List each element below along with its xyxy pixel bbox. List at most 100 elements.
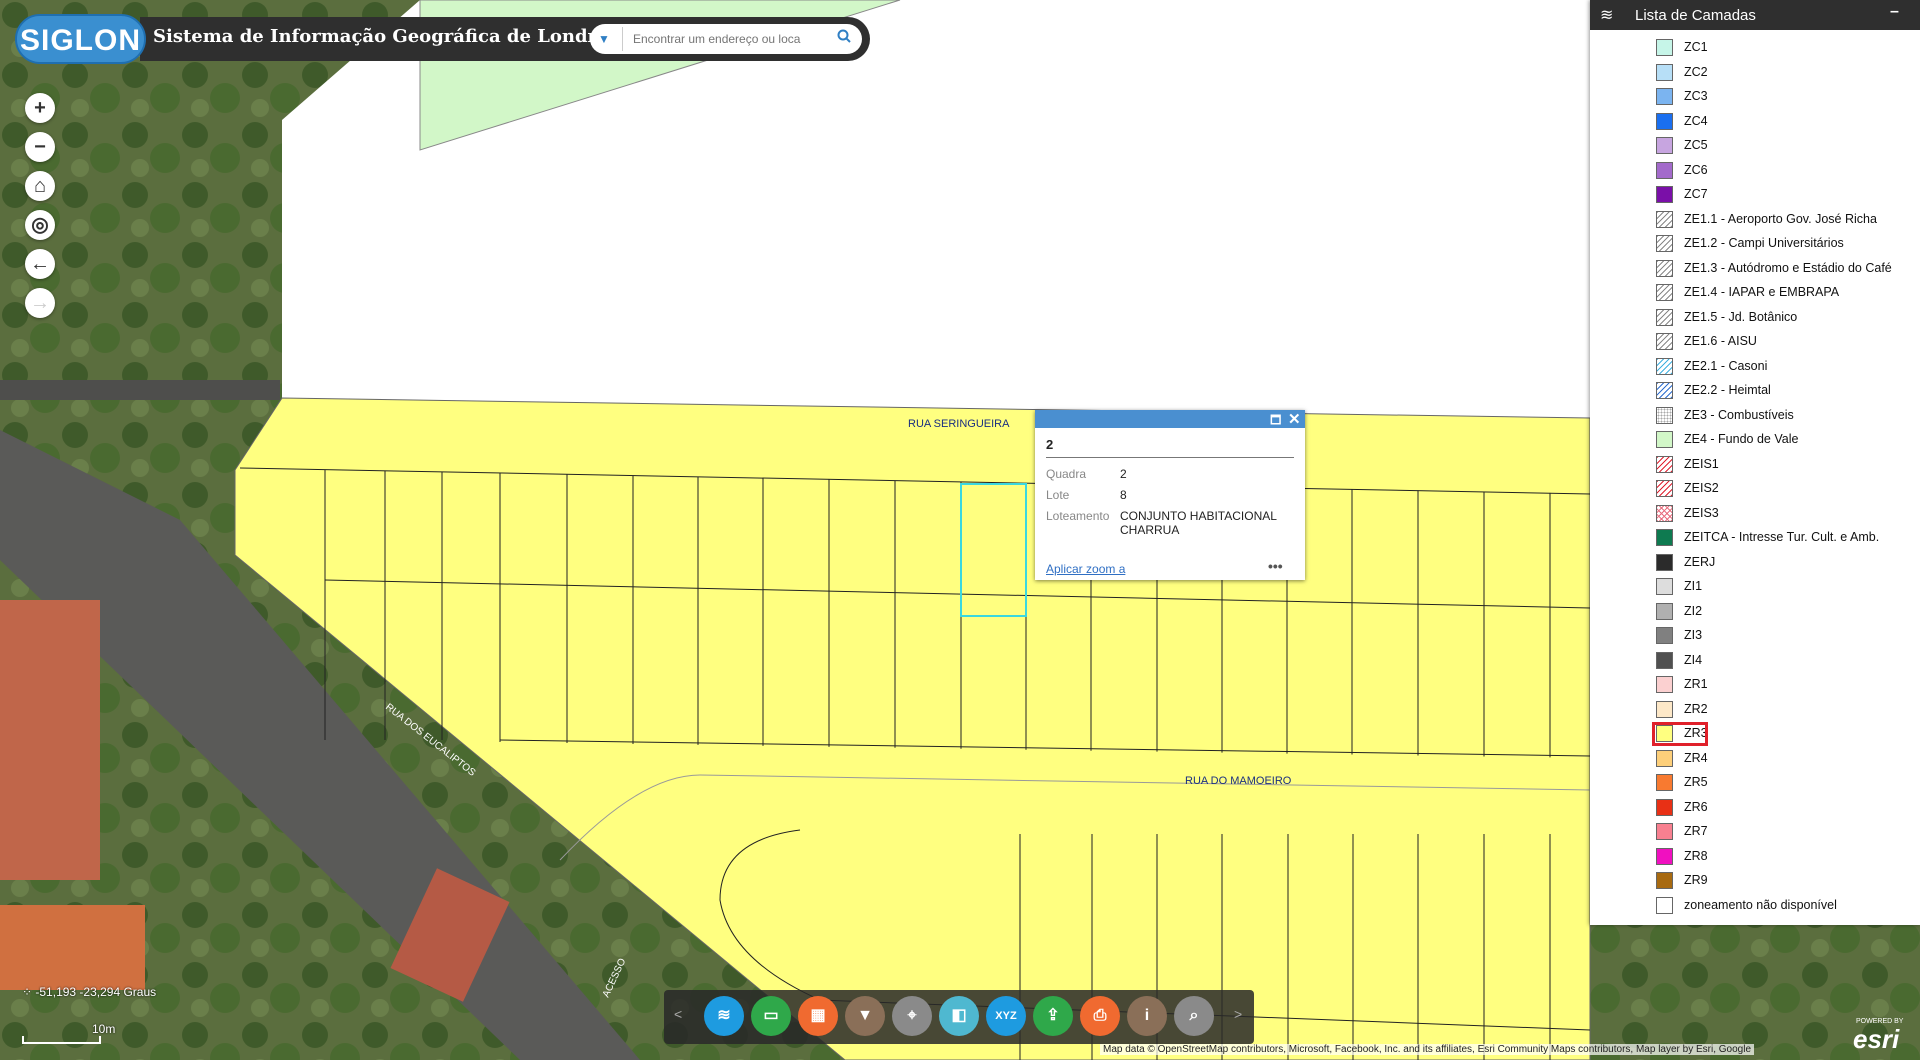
layer-label: ZE1.1 - Aeroporto Gov. José Richa	[1684, 211, 1877, 226]
zoom-out-button[interactable]: −	[25, 132, 55, 162]
layer-label: ZR6	[1684, 799, 1708, 814]
home-button[interactable]: ⌂	[25, 171, 55, 201]
layer-item[interactable]: ZE1.1 - Aeroporto Gov. José Richa	[1656, 210, 1918, 230]
layer-label: ZR5	[1684, 775, 1708, 789]
basemap-tool-button[interactable]: ▦	[798, 996, 838, 1036]
layer-item[interactable]: ZEIS1	[1656, 455, 1918, 475]
layer-swatch	[1656, 553, 1673, 571]
layer-label: ZE2.1 - Casoni	[1684, 358, 1768, 373]
layer-item[interactable]: ZR8	[1656, 847, 1918, 867]
layer-item[interactable]: ZR2	[1656, 700, 1918, 720]
layer-item[interactable]: ZR9	[1656, 871, 1918, 891]
locate-button[interactable]: ◎	[25, 210, 55, 240]
layer-item[interactable]: ZR5	[1656, 773, 1918, 793]
layer-item[interactable]: ZR6	[1656, 798, 1918, 818]
query-tool-button[interactable]: ⌕	[1174, 996, 1214, 1036]
layer-item[interactable]: ZC6	[1656, 161, 1918, 181]
layer-item[interactable]: ZE1.5 - Jd. Botânico	[1656, 308, 1918, 328]
layer-swatch	[1656, 798, 1673, 816]
layers-tool-button[interactable]: ≋	[704, 996, 744, 1036]
layer-item[interactable]: ZE2.1 - Casoni	[1656, 357, 1918, 377]
more-options-icon[interactable]: •••	[1268, 558, 1283, 574]
layer-swatch	[1656, 39, 1673, 56]
layer-item[interactable]: ZR1	[1656, 675, 1918, 695]
layer-swatch	[1656, 872, 1673, 889]
aerial-building	[0, 600, 100, 880]
layer-label: ZE1.4 - IAPAR e EMBRAPA	[1684, 285, 1840, 299]
layer-item[interactable]: ZC5	[1656, 136, 1918, 156]
coordinate-tool-button[interactable]: XYZ	[986, 996, 1026, 1036]
layer-label: ZC4	[1684, 113, 1708, 128]
back-extent-button[interactable]: ←	[25, 249, 55, 279]
layer-label: ZI1	[1684, 579, 1703, 593]
zoom-to-link[interactable]: Aplicar zoom a	[1046, 562, 1125, 576]
layer-item[interactable]: ZI4	[1656, 651, 1918, 671]
caret-down-icon[interactable]: ▼	[594, 27, 614, 51]
measure-tool-button[interactable]: ▭	[751, 996, 791, 1036]
layer-item[interactable]: ZE1.6 - AISU	[1656, 332, 1918, 352]
toolbar-prev-button[interactable]: <	[674, 1006, 682, 1022]
layer-item[interactable]: ZE1.4 - IAPAR e EMBRAPA	[1656, 283, 1918, 303]
layer-swatch	[1656, 186, 1673, 203]
layer-item[interactable]: ZE1.3 - Autódromo e Estádio do Café	[1656, 259, 1918, 279]
search-input[interactable]	[622, 27, 838, 51]
toolbar-next-button[interactable]: >	[1234, 1006, 1242, 1022]
layers-icon: ≋	[1600, 7, 1614, 24]
field-value-quadra: 2	[1120, 467, 1127, 481]
layer-label: ZC1	[1684, 40, 1708, 54]
layer-label: ZI2	[1684, 603, 1703, 618]
layer-item[interactable]: ZR4	[1656, 749, 1918, 769]
locate-tool-button[interactable]: ⌖	[892, 996, 932, 1036]
layer-item[interactable]: ZC7	[1656, 185, 1918, 205]
layer-label: ZEIS2	[1684, 481, 1719, 495]
layer-item[interactable]: zoneamento não disponível	[1656, 896, 1918, 916]
filter-tool-button[interactable]: ▼	[845, 996, 885, 1036]
layer-item[interactable]: ZC2	[1656, 63, 1918, 83]
swipe-tool-button[interactable]: ◧	[939, 996, 979, 1036]
minimize-icon[interactable]: –	[1890, 3, 1899, 21]
zoom-in-button[interactable]: +	[25, 93, 55, 123]
layer-item[interactable]: ZERJ	[1656, 553, 1918, 573]
layer-swatch	[1656, 847, 1673, 865]
coordinate-readout: ⁘ -51,193 -23,294 Graus	[22, 985, 157, 999]
layer-item[interactable]: ZEITCA - Intresse Tur. Cult. e Amb.	[1656, 528, 1918, 548]
layer-item[interactable]: ZI3	[1656, 626, 1918, 646]
layer-item[interactable]: ZE2.2 - Heimtal	[1656, 381, 1918, 401]
info-tool-button[interactable]: i	[1127, 996, 1167, 1036]
layer-label: ZE1.6 - AISU	[1684, 334, 1757, 348]
share-tool-button[interactable]: ⇪	[1033, 996, 1073, 1036]
field-key-quadra: Quadra	[1046, 467, 1087, 481]
layer-item[interactable]: ZE1.2 - Campi Universitários	[1656, 234, 1918, 254]
layer-item[interactable]: ZI1	[1656, 577, 1918, 597]
layer-label: ZR7	[1684, 824, 1708, 838]
layer-item[interactable]: ZEIS2	[1656, 479, 1918, 499]
close-icon[interactable]: ✕	[1288, 410, 1301, 428]
layer-swatch	[1656, 455, 1673, 473]
layer-label: ZC5	[1684, 138, 1708, 152]
layer-item[interactable]: ZEIS3	[1656, 504, 1918, 524]
layer-label: ZR9	[1684, 873, 1708, 887]
layer-swatch	[1656, 896, 1673, 914]
layer-label: ZE1.5 - Jd. Botânico	[1684, 309, 1798, 324]
field-key-loteamento: Loteamento	[1046, 509, 1110, 523]
layer-swatch	[1656, 382, 1673, 399]
layer-item[interactable]: ZC3	[1656, 87, 1918, 107]
forward-extent-button[interactable]: →	[25, 288, 55, 318]
layer-label: ZE1.3 - Autódromo e Estádio do Café	[1684, 260, 1892, 275]
search-icon[interactable]	[830, 25, 858, 53]
layer-item[interactable]: ZC4	[1656, 112, 1918, 132]
layer-swatch	[1656, 823, 1673, 840]
print-tool-button[interactable]: ⎙	[1080, 996, 1120, 1036]
layer-label: ZERJ	[1684, 554, 1716, 569]
layer-item[interactable]: ZE4 - Fundo de Vale	[1656, 430, 1918, 450]
layer-item[interactable]: ZR7	[1656, 822, 1918, 842]
maximize-icon[interactable]: 🗖	[1270, 411, 1281, 432]
street-label-mamoeiro: RUA DO MAMOEIRO	[1185, 775, 1292, 787]
layer-swatch	[1656, 112, 1673, 130]
layer-item[interactable]: ZC1	[1656, 38, 1918, 58]
layer-swatch	[1656, 774, 1673, 791]
layer-swatch	[1656, 627, 1673, 644]
layer-item[interactable]: ZE3 - Combustíveis	[1656, 406, 1918, 426]
layer-swatch	[1656, 602, 1673, 620]
layer-item[interactable]: ZI2	[1656, 602, 1918, 622]
